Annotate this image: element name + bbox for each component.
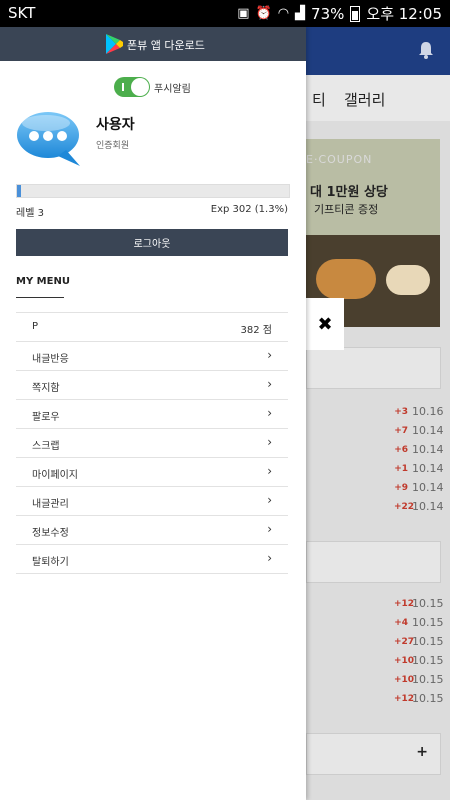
menu-item-my-posts[interactable]: 내글관리 ›: [16, 487, 288, 516]
push-notification-toggle[interactable]: 푸시알림: [114, 77, 191, 97]
close-drawer-button[interactable]: ✖: [306, 298, 344, 350]
points-value: 382 점: [240, 325, 272, 336]
banner-line-2: 기프티콘 증정: [314, 203, 379, 216]
exp-label: Exp 302 (1.3%): [210, 204, 288, 215]
push-notification-label: 푸시알림: [154, 83, 191, 95]
background-box-3[interactable]: +: [306, 733, 441, 775]
tab-partial[interactable]: 티: [312, 89, 326, 110]
side-drawer: 폰뷰 앱 다운로드 푸시알림 사용자 인증회원 레벨 3 Exp 302 (1.…: [0, 27, 306, 800]
menu-item-follow[interactable]: 팔로우 ›: [16, 400, 288, 429]
chevron-right-icon: ›: [267, 464, 272, 478]
username: 사용자: [96, 117, 135, 133]
bell-icon[interactable]: [418, 41, 434, 59]
tab-gallery[interactable]: 갤러리: [344, 89, 385, 110]
close-icon: ✖: [317, 313, 333, 335]
app-download-label: 폰뷰 앱 다운로드: [127, 39, 205, 52]
background-box-1: [306, 347, 441, 389]
exp-progress-fill: [17, 185, 21, 197]
exp-progress-bar: [16, 184, 290, 198]
list-row[interactable]: +9 10.14: [310, 481, 443, 499]
menu-item-label: P: [32, 321, 39, 332]
list-row[interactable]: +3 10.16: [310, 405, 443, 423]
menu-item-points[interactable]: P 382 점: [16, 312, 288, 342]
signal-icon: ▟: [295, 6, 306, 21]
list-row[interactable]: +6 10.14: [310, 443, 443, 461]
carrier-label: SKT: [8, 4, 36, 22]
menu-item-label: 내글관리: [32, 499, 69, 510]
chevron-right-icon: ›: [267, 348, 272, 362]
play-store-icon: [106, 34, 123, 54]
coupon-label: E·COUPON: [306, 153, 373, 166]
list-row[interactable]: +7 10.14: [310, 424, 443, 442]
battery-icon: [350, 5, 361, 22]
status-bar: SKT ▣ ⏰ ◠ ▟ 73% 오후 12:05: [0, 0, 450, 27]
menu-item-label: 쪽지함: [32, 383, 60, 394]
background-box-2: [306, 541, 441, 583]
chevron-right-icon: ›: [267, 435, 272, 449]
user-avatar-chat-bubble-icon: [17, 112, 80, 166]
my-menu-list: P 382 점 내글반응 › 쪽지함 › 팔로우 › 스크랩 › 마이페이지 ›…: [16, 312, 288, 574]
banner-line-1: 대 1만원 상당: [310, 185, 388, 200]
app-download-banner[interactable]: 폰뷰 앱 다운로드: [0, 27, 306, 61]
my-menu-title: MY MENU: [16, 276, 70, 287]
list-row[interactable]: +12 10.15: [310, 597, 444, 615]
chevron-right-icon: ›: [267, 522, 272, 536]
menu-item-edit-info[interactable]: 정보수정 ›: [16, 516, 288, 545]
list-row[interactable]: +27 10.15: [310, 635, 444, 653]
menu-item-label: 마이페이지: [32, 470, 78, 481]
list-row[interactable]: +10 10.15: [310, 654, 444, 672]
menu-item-label: 정보수정: [32, 528, 69, 539]
plus-icon[interactable]: +: [416, 744, 428, 760]
menu-item-reactions[interactable]: 내글반응 ›: [16, 342, 288, 371]
menu-item-messages[interactable]: 쪽지함 ›: [16, 371, 288, 400]
menu-item-label: 스크랩: [32, 441, 60, 452]
logout-button[interactable]: 로그아웃: [16, 229, 288, 256]
menu-item-label: 내글반응: [32, 354, 69, 365]
menu-item-mypage[interactable]: 마이페이지 ›: [16, 458, 288, 487]
level-label: 레벨 3: [16, 208, 44, 219]
wifi-icon: ◠: [277, 6, 290, 21]
chevron-right-icon: ›: [267, 377, 272, 391]
menu-item-label: 탈퇴하기: [32, 557, 69, 568]
vibrate-icon: ▣: [237, 6, 250, 21]
my-menu-underline: [16, 297, 64, 298]
user-role: 인증회원: [96, 141, 130, 151]
list-row[interactable]: +10 10.15: [310, 673, 444, 691]
chevron-right-icon: ›: [267, 551, 272, 565]
list-row[interactable]: +12 10.15: [310, 692, 444, 710]
battery-percent: 73%: [311, 4, 345, 23]
clock: 오후 12:05: [366, 5, 442, 23]
chevron-right-icon: ›: [267, 406, 272, 420]
chevron-right-icon: ›: [267, 493, 272, 507]
menu-item-withdraw[interactable]: 탈퇴하기 ›: [16, 545, 288, 574]
list-row[interactable]: +22 10.14: [310, 500, 444, 518]
list-row[interactable]: +4 10.15: [310, 616, 443, 634]
alarm-icon: ⏰: [255, 6, 272, 21]
toggle-switch[interactable]: [114, 77, 150, 97]
list-row[interactable]: +1 10.14: [310, 462, 443, 480]
menu-item-label: 팔로우: [32, 412, 60, 423]
menu-item-scrap[interactable]: 스크랩 ›: [16, 429, 288, 458]
